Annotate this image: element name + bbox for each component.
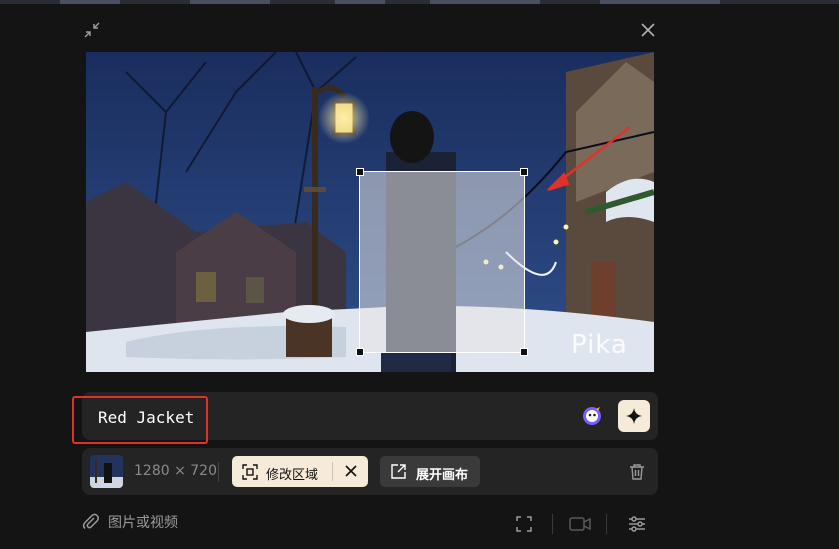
- resize-handle-top-right[interactable]: [520, 168, 528, 176]
- attach-media-button[interactable]: 图片或视频: [82, 512, 178, 532]
- divider: [218, 462, 219, 482]
- attach-label: 图片或视频: [108, 515, 178, 531]
- media-thumbnail[interactable]: [90, 455, 123, 488]
- media-info-bar: 1280 × 720 修改区域 展开画布: [82, 448, 658, 495]
- resolution-label: 1280 × 720: [134, 463, 217, 479]
- expand-canvas-button[interactable]: 展开画布: [380, 456, 480, 487]
- divider: [332, 462, 333, 481]
- edit-region-chip[interactable]: 修改区域: [232, 456, 368, 487]
- settings-sliders-icon[interactable]: [625, 512, 649, 536]
- close-icon[interactable]: [636, 18, 660, 42]
- divider: [606, 514, 607, 534]
- sparkle-icon: [626, 408, 642, 424]
- prompt-highlight-annotation: [72, 396, 208, 444]
- ai-assistant-icon[interactable]: [578, 402, 606, 430]
- pika-watermark: Pika: [571, 330, 628, 360]
- resize-handle-bottom-right[interactable]: [520, 348, 528, 356]
- region-select-icon: [242, 464, 258, 480]
- paperclip-icon: [82, 513, 99, 530]
- resize-handle-bottom-left[interactable]: [356, 348, 364, 356]
- trash-icon[interactable]: [626, 461, 648, 483]
- edit-region-selection[interactable]: [356, 168, 528, 356]
- expand-canvas-icon: [391, 464, 406, 479]
- expand-canvas-label: 展开画布: [416, 468, 469, 483]
- collapse-icon[interactable]: [80, 18, 104, 42]
- fullscreen-icon[interactable]: [512, 512, 536, 536]
- divider: [552, 514, 553, 534]
- remove-edit-region-close-icon[interactable]: [340, 460, 362, 482]
- generate-sparkle-button[interactable]: [618, 400, 650, 432]
- video-camera-icon[interactable]: [568, 512, 592, 536]
- resize-handle-top-left[interactable]: [356, 168, 364, 176]
- edit-region-label: 修改区域: [266, 468, 319, 483]
- top-thumbnail-strip: [0, 0, 839, 4]
